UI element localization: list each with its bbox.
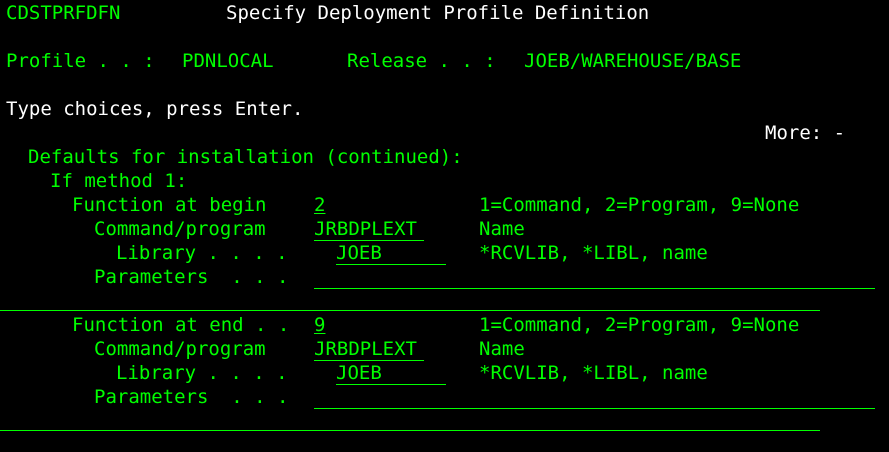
function-begin-input[interactable]: 2 — [314, 193, 326, 217]
library-end-input[interactable]: JOEB — [336, 361, 446, 385]
function-end-value: 9 — [314, 314, 326, 336]
function-begin-value: 2 — [314, 194, 326, 216]
profile-label: Profile . . : — [6, 50, 155, 72]
command-end-hint: Name — [479, 338, 525, 360]
command-begin-value: JRBDPLEXT — [314, 218, 417, 240]
library-begin-input[interactable]: JOEB — [336, 241, 446, 265]
function-begin-hint: 1=Command, 2=Program, 9=None — [479, 194, 800, 216]
screen-title: Specify Deployment Profile Definition — [226, 2, 650, 24]
command-end-value: JRBDPLEXT — [314, 338, 417, 360]
command-begin-hint: Name — [479, 218, 525, 240]
command-end-label: Command/program — [94, 338, 266, 360]
release-value: JOEB/WAREHOUSE/BASE — [524, 50, 742, 72]
parameters-end-continuation[interactable] — [0, 430, 820, 431]
library-end-value: JOEB — [336, 362, 382, 384]
function-begin-label: Function at begin — [72, 194, 267, 216]
function-end-input[interactable]: 9 — [314, 313, 326, 337]
library-end-label: Library . . . . — [116, 362, 288, 384]
parameters-begin-continuation[interactable] — [0, 310, 820, 311]
release-label: Release . . : — [347, 50, 496, 72]
command-begin-label: Command/program — [94, 218, 266, 240]
more-indicator: More: - — [765, 122, 846, 144]
parameters-end-label: Parameters . . . — [94, 386, 289, 408]
library-begin-hint: *RCVLIB, *LIBL, name — [479, 242, 708, 264]
program-name: CDSTPRFDFN — [6, 2, 121, 24]
method-label: If method 1: — [50, 170, 188, 192]
library-begin-label: Library . . . . — [116, 242, 288, 264]
section-title: Defaults for installation (continued): — [28, 146, 463, 168]
parameters-begin-input[interactable] — [314, 265, 875, 289]
function-end-label: Function at end . . — [72, 314, 290, 336]
parameters-begin-label: Parameters . . . — [94, 266, 289, 288]
parameters-end-input[interactable] — [314, 385, 875, 409]
instruction-text: Type choices, press Enter. — [6, 98, 304, 120]
function-end-hint: 1=Command, 2=Program, 9=None — [479, 314, 800, 336]
command-begin-input[interactable]: JRBDPLEXT — [314, 217, 424, 241]
library-end-hint: *RCVLIB, *LIBL, name — [479, 362, 708, 384]
command-end-input[interactable]: JRBDPLEXT — [314, 337, 424, 361]
library-begin-value: JOEB — [336, 242, 382, 264]
profile-value: PDNLOCAL — [182, 50, 274, 72]
